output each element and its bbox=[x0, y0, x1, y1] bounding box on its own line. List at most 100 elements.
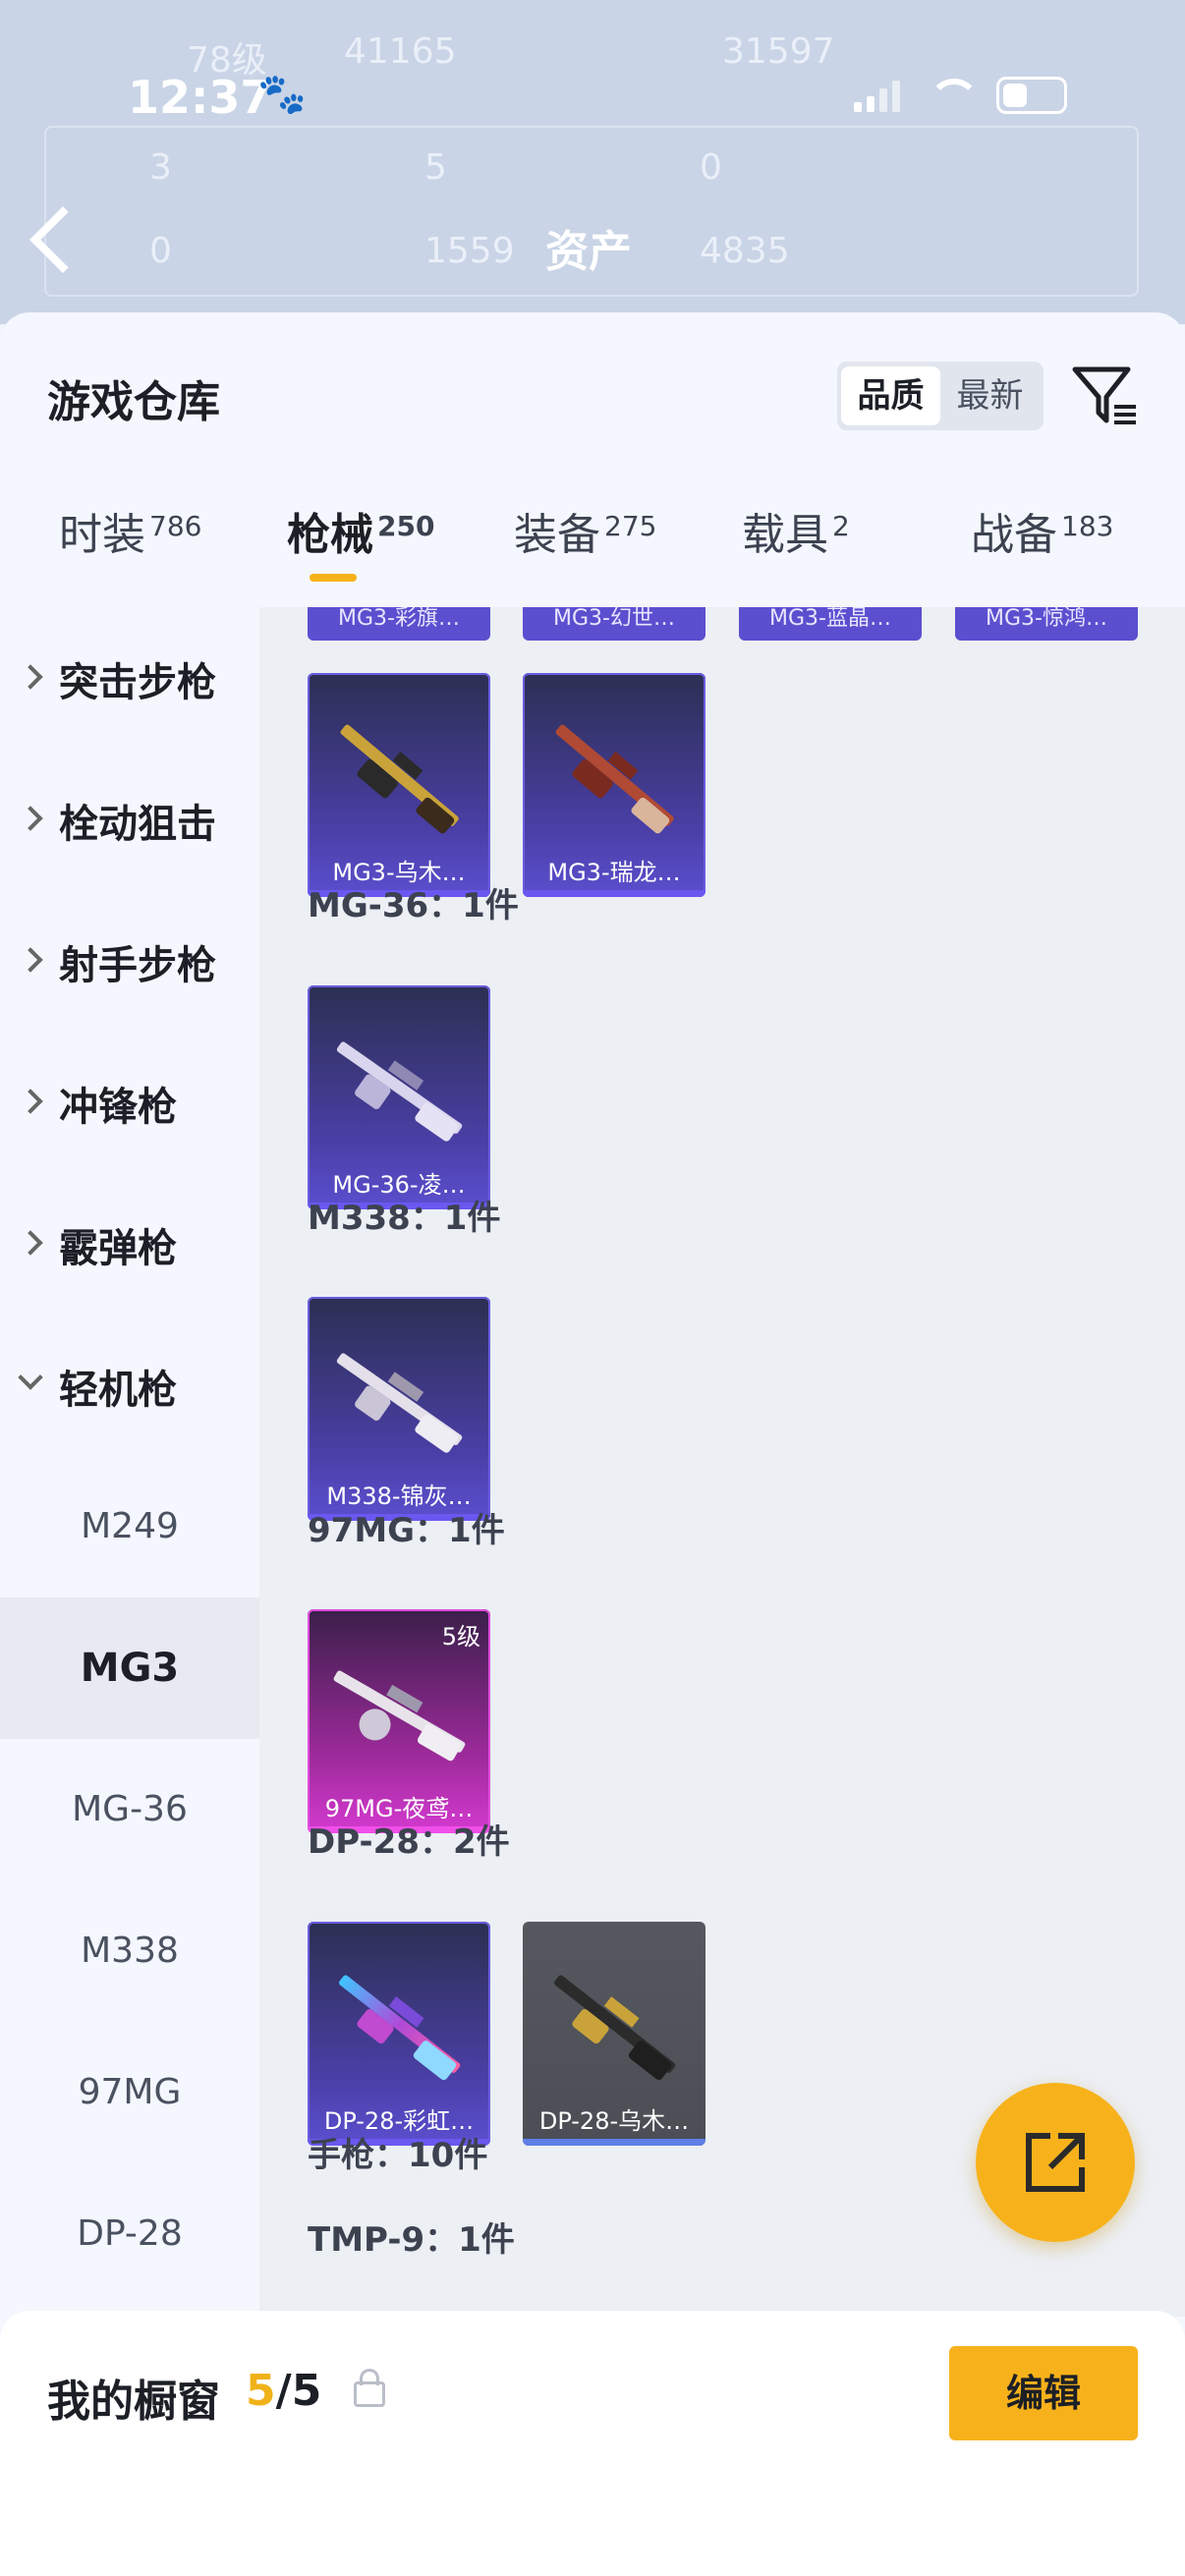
category-tabs: 时装 786 枪械 250 装备 275 载具 2 战备 183 bbox=[0, 499, 1185, 607]
showcase-total: /5 bbox=[275, 2366, 322, 2416]
item-name: MG3-瑞龙… bbox=[547, 859, 681, 886]
category-label: 射手步枪 bbox=[59, 943, 216, 988]
machine-gun-icon bbox=[333, 1670, 466, 1762]
bg-stat-b: 5 bbox=[424, 147, 447, 188]
section-title: MG-36：1件 bbox=[308, 886, 519, 925]
category-marksman-rifle[interactable]: 射手步枪 bbox=[0, 890, 259, 1032]
subcategory-m249[interactable]: M249 bbox=[0, 1456, 259, 1597]
showcase-count: 5/5 bbox=[246, 2366, 321, 2416]
category-label: 霰弹枪 bbox=[59, 1226, 177, 1271]
tab-count: 275 bbox=[604, 510, 657, 542]
tab-label: 装备 bbox=[514, 510, 600, 560]
paw-icon: 🐾 bbox=[257, 72, 307, 117]
item-card[interactable]: M338-锦灰… bbox=[308, 1297, 490, 1521]
category-label: 栓动狙击 bbox=[59, 802, 216, 847]
bg-visits: 41165 bbox=[344, 31, 457, 72]
machine-gun-icon bbox=[554, 1975, 676, 2081]
category-lmg[interactable]: 轻机枪 bbox=[0, 1315, 259, 1456]
category-label: 冲锋枪 bbox=[59, 1085, 177, 1130]
item-card[interactable]: MG3-彩旗… bbox=[308, 607, 490, 641]
item-card[interactable]: MG3-乌木… bbox=[308, 673, 490, 897]
item-grid: MG3-彩旗… MG3-幻世… MG3-蓝晶… MG3-惊鸿… MG3-乌木… … bbox=[259, 607, 1185, 2317]
machine-gun-icon bbox=[555, 724, 674, 834]
bg-stat-f: 4835 bbox=[700, 231, 790, 271]
section-title: 手枪：10件 bbox=[308, 2136, 488, 2175]
section-title: 97MG：1件 bbox=[308, 1511, 505, 1550]
chevron-right-icon bbox=[18, 947, 43, 973]
category-shotgun[interactable]: 霰弹枪 bbox=[0, 1173, 259, 1315]
section-title: DP-28：2件 bbox=[308, 1822, 510, 1862]
wifi-icon bbox=[926, 79, 980, 112]
category-label: 突击步枪 bbox=[59, 660, 216, 705]
chevron-right-icon bbox=[18, 1230, 43, 1256]
showcase-bar: 我的橱窗 5/5 编辑 bbox=[0, 2311, 1185, 2576]
showcase-title: 我的橱窗 bbox=[47, 2377, 220, 2427]
item-card[interactable]: MG3-惊鸿… bbox=[955, 607, 1138, 641]
section-title: TMP-9：1件 bbox=[308, 2220, 515, 2260]
background-header: 78级 41165 31597 3 5 0 0 1559 4835 资产 12:… bbox=[0, 0, 1185, 324]
rarity-bar bbox=[523, 890, 705, 897]
item-card[interactable]: 5级 97MG-夜鸢… bbox=[308, 1609, 490, 1833]
item-card[interactable]: MG3-瑞龙… bbox=[523, 673, 705, 897]
item-card[interactable]: MG-36-凌… bbox=[308, 985, 490, 1209]
sort-quality-button[interactable]: 品质 bbox=[841, 366, 940, 425]
assets-title: 资产 bbox=[545, 227, 632, 277]
category-assault-rifle[interactable]: 突击步枪 bbox=[0, 607, 259, 749]
filter-icon[interactable] bbox=[1071, 364, 1140, 428]
tab-supplies[interactable]: 战备 183 bbox=[971, 499, 1113, 562]
tab-count: 2 bbox=[832, 510, 850, 542]
status-time: 12:37 bbox=[128, 71, 272, 124]
status-icons bbox=[854, 77, 1067, 114]
tab-guns[interactable]: 枪械 250 bbox=[287, 499, 434, 562]
bg-stat-d: 0 bbox=[149, 231, 172, 271]
subcategory-mg3[interactable]: MG3 bbox=[0, 1597, 259, 1739]
sort-toggle: 品质 最新 bbox=[837, 362, 1044, 430]
share-button[interactable] bbox=[976, 2083, 1135, 2242]
tab-label: 载具 bbox=[742, 510, 828, 560]
weapon-category-list: 突击步枪 栓动狙击 射手步枪 冲锋枪 霰弹枪 轻机枪 M249 MG3 MG-3… bbox=[0, 607, 259, 2576]
item-card[interactable]: MG3-蓝晶… bbox=[739, 607, 922, 641]
subcategory-m338[interactable]: M338 bbox=[0, 1880, 259, 2022]
tab-count: 786 bbox=[149, 510, 202, 542]
external-link-icon bbox=[1026, 2133, 1085, 2192]
tab-vehicles[interactable]: 载具 2 bbox=[742, 499, 850, 562]
machine-gun-icon bbox=[340, 724, 459, 834]
section-title: M338：1件 bbox=[308, 1199, 501, 1238]
lock-icon bbox=[354, 2369, 385, 2407]
tab-count: 183 bbox=[1061, 510, 1114, 542]
tab-count: 250 bbox=[377, 510, 435, 542]
tab-fashion[interactable]: 时装 786 bbox=[59, 499, 201, 562]
category-smg[interactable]: 冲锋枪 bbox=[0, 1032, 259, 1173]
sheet-title: 游戏仓库 bbox=[47, 377, 220, 427]
rarity-bar bbox=[523, 2139, 705, 2146]
edit-button[interactable]: 编辑 bbox=[949, 2346, 1138, 2440]
chevron-down-icon bbox=[18, 1365, 43, 1390]
chevron-right-icon bbox=[18, 806, 43, 831]
tab-equipment[interactable]: 装备 275 bbox=[514, 499, 656, 562]
machine-gun-icon bbox=[336, 1041, 463, 1142]
tab-label: 战备 bbox=[971, 510, 1057, 560]
signal-icon bbox=[854, 79, 900, 112]
bg-score: 31597 bbox=[722, 31, 835, 72]
battery-icon bbox=[996, 77, 1067, 114]
subcategory-mg-36[interactable]: MG-36 bbox=[0, 1739, 259, 1880]
item-card[interactable]: DP-28-乌木… bbox=[523, 1922, 705, 2146]
item-name: DP-28-乌木… bbox=[538, 2107, 690, 2135]
warehouse-sheet: 游戏仓库 品质 最新 时装 786 枪械 250 装备 275 载具 2 战备 183 突… bbox=[0, 312, 1185, 2576]
item-card[interactable]: MG3-幻世… bbox=[523, 607, 705, 641]
chevron-right-icon bbox=[18, 664, 43, 690]
bg-stat-e: 1559 bbox=[424, 231, 515, 271]
category-bolt-sniper[interactable]: 栓动狙击 bbox=[0, 749, 259, 890]
bg-stat-c: 0 bbox=[700, 147, 722, 188]
chevron-right-icon bbox=[18, 1089, 43, 1114]
subcategory-dp-28[interactable]: DP-28 bbox=[0, 2163, 259, 2305]
showcase-current: 5 bbox=[246, 2366, 276, 2416]
item-card[interactable]: DP-28-彩虹… bbox=[308, 1922, 490, 2146]
category-label: 轻机枪 bbox=[59, 1368, 177, 1413]
machine-gun-icon bbox=[336, 1353, 463, 1453]
tab-active-indicator bbox=[310, 574, 357, 582]
subcategory-97mg[interactable]: 97MG bbox=[0, 2022, 259, 2163]
machine-gun-icon bbox=[339, 1975, 461, 2081]
sort-latest-button[interactable]: 最新 bbox=[940, 366, 1040, 425]
tab-label: 时装 bbox=[59, 510, 145, 560]
